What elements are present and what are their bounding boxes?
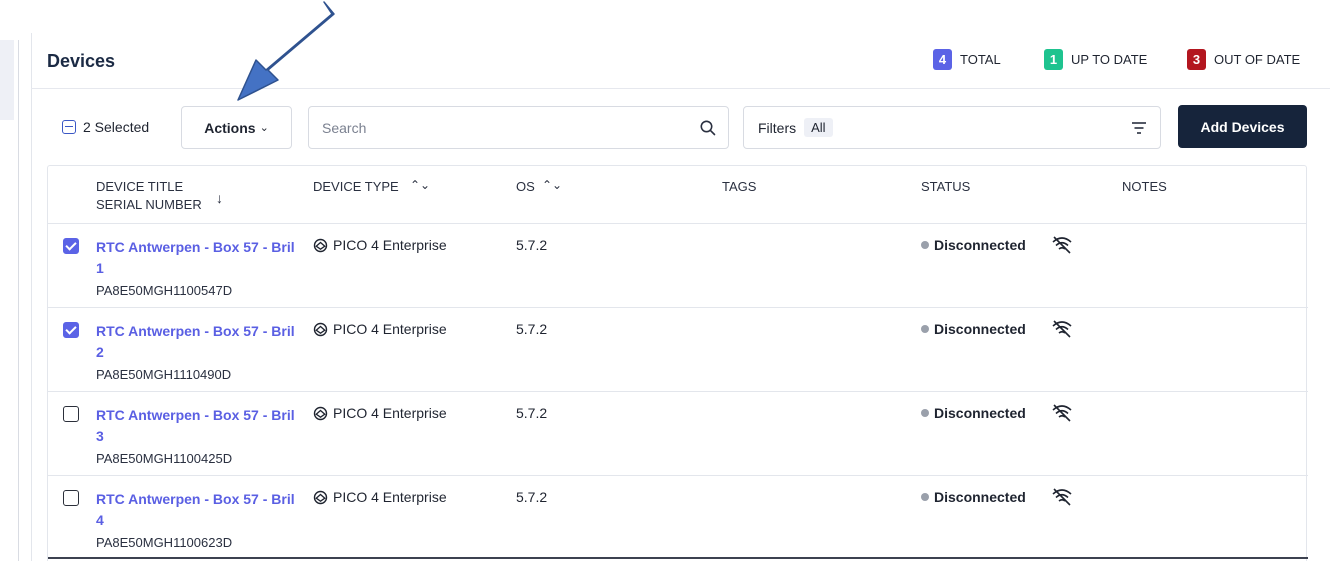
serial-number: PA8E50MGH1100623D [96,535,233,550]
status-dot [921,409,929,417]
filters-dropdown[interactable]: Filters All [743,106,1161,149]
column-notes: NOTES [1122,178,1167,196]
selected-count-text: 2 Selected [83,119,150,135]
device-type-label: PICO 4 Enterprise [333,237,447,253]
row-checkbox[interactable] [63,322,79,338]
toolbar: 2 Selected Actions ⌄ Filters All Add Dev… [31,89,1330,165]
out-of-date-label: OUT OF DATE [1214,52,1301,67]
table-row[interactable]: RTC Antwerpen - Box 57 - Bril 2 PA8E50MG… [48,308,1308,392]
devices-table: DEVICE TITLE SERIAL NUMBER ↓ DEVICE TYPE… [47,165,1308,561]
table-header: DEVICE TITLE SERIAL NUMBER ↓ DEVICE TYPE… [48,166,1306,224]
wifi-off-icon [1052,488,1072,506]
row-checkbox[interactable] [63,490,79,506]
serial-number: PA8E50MGH1100547D [96,283,233,298]
search-icon[interactable] [699,119,717,137]
sort-toggle-icon[interactable]: ⌃⌄ [542,178,562,192]
actions-button[interactable]: Actions ⌄ [181,106,292,149]
headset-icon [313,322,328,336]
device-title-link[interactable]: RTC Antwerpen - Box 57 - Bril 1 [96,237,296,279]
serial-number: PA8E50MGH1100425D [96,451,233,466]
stat-out-of-date: 3 OUT OF DATE [1187,49,1300,70]
column-device-title[interactable]: DEVICE TITLE SERIAL NUMBER [96,178,202,214]
deselect-all-checkbox[interactable] [62,120,76,134]
actions-label: Actions [204,119,256,136]
column-label-notes: NOTES [1122,179,1167,194]
column-label-device-type: DEVICE TYPE [313,179,399,194]
status-badge: Disconnected [921,321,1026,337]
device-type-label: PICO 4 Enterprise [333,489,447,505]
status-badge: Disconnected [921,405,1026,421]
row-checkbox[interactable] [63,238,79,254]
status-badge: Disconnected [921,489,1026,505]
device-type-cell: PICO 4 Enterprise [313,405,447,421]
os-version: 5.7.2 [516,237,548,253]
row-checkbox[interactable] [63,406,79,422]
devices-header: Devices 4 TOTAL 1 UP TO DATE 3 OUT OF DA… [31,33,1330,89]
page-title: Devices [47,51,116,71]
device-type-cell: PICO 4 Enterprise [313,321,447,337]
wifi-off-icon [1052,236,1072,254]
table-row[interactable]: RTC Antwerpen - Box 57 - Bril 3 PA8E50MG… [48,392,1308,476]
status-dot [921,241,929,249]
status-dot [921,325,929,333]
device-title-link[interactable]: RTC Antwerpen - Box 57 - Bril 2 [96,321,296,363]
chevron-down-icon: ⌄ [259,122,269,134]
table-row[interactable]: RTC Antwerpen - Box 57 - Bril 4 PA8E50MG… [48,476,1308,560]
sort-descending-icon[interactable]: ↓ [216,190,223,206]
headset-icon [313,238,328,252]
search-field[interactable] [308,106,729,149]
column-label-status: STATUS [921,179,971,194]
os-version: 5.7.2 [516,489,548,505]
device-title-link[interactable]: RTC Antwerpen - Box 57 - Bril 3 [96,405,296,447]
column-os[interactable]: OS [516,178,535,196]
device-type-cell: PICO 4 Enterprise [313,237,447,253]
serial-number: PA8E50MGH1110490D [96,367,232,382]
headset-icon [313,490,328,504]
column-status: STATUS [921,178,970,196]
device-type-cell: PICO 4 Enterprise [313,489,447,505]
column-label-device-title: DEVICE TITLE [96,179,184,194]
column-tags: TAGS [722,178,756,196]
filter-icon[interactable] [1130,120,1148,136]
selection-indicator[interactable]: 2 Selected [62,119,149,135]
wifi-off-icon [1052,404,1072,422]
column-device-type[interactable]: DEVICE TYPE [313,178,399,196]
annotation-arrow-icon [237,1,335,101]
page-divider [18,40,19,561]
status-label: Disconnected [934,321,1026,337]
headset-icon [313,406,328,420]
left-nav-highlight [0,40,14,120]
stat-total: 4 TOTAL [933,49,1001,70]
os-version: 5.7.2 [516,405,548,421]
up-to-date-label: UP TO DATE [1071,52,1148,67]
column-label-os: OS [516,179,535,194]
status-dot [921,493,929,501]
total-count-badge: 4 [933,49,952,70]
os-version: 5.7.2 [516,321,548,337]
filters-label: Filters [758,119,797,136]
device-type-label: PICO 4 Enterprise [333,405,447,421]
status-label: Disconnected [934,237,1026,253]
status-badge: Disconnected [921,237,1026,253]
column-label-serial-number: SERIAL NUMBER [96,197,202,212]
status-label: Disconnected [934,489,1026,505]
column-label-tags: TAGS [722,179,757,194]
device-title-link[interactable]: RTC Antwerpen - Box 57 - Bril 4 [96,489,296,531]
table-bottom-border [48,557,1308,559]
sort-toggle-icon[interactable]: ⌃⌄ [410,178,430,192]
device-type-label: PICO 4 Enterprise [333,321,447,337]
stat-up-to-date: 1 UP TO DATE [1044,49,1147,70]
table-row[interactable]: RTC Antwerpen - Box 57 - Bril 1 PA8E50MG… [48,224,1308,308]
out-of-date-count-badge: 3 [1187,49,1206,70]
search-input[interactable] [309,107,679,148]
status-label: Disconnected [934,405,1026,421]
wifi-off-icon [1052,320,1072,338]
filters-value-chip: All [804,118,833,137]
total-label: TOTAL [960,52,1001,67]
up-to-date-count-badge: 1 [1044,49,1063,70]
add-devices-button[interactable]: Add Devices [1178,105,1307,148]
